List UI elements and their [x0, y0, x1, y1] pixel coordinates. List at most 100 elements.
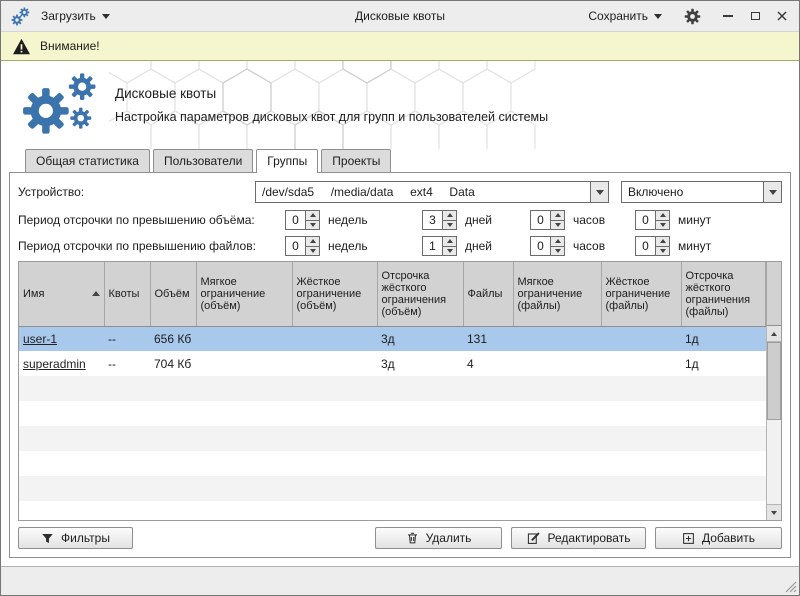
filters-button[interactable]: Фильтры — [18, 527, 133, 549]
spinner-value[interactable]: 3 — [423, 211, 442, 229]
chevron-down-icon[interactable] — [763, 182, 781, 202]
delete-button[interactable]: Удалить — [375, 527, 502, 549]
volume-hours-spinner[interactable]: 0 — [530, 210, 565, 230]
table-row[interactable]: superadmin -- 704 Кб 3д 4 1д — [19, 351, 766, 376]
chevron-down-icon[interactable] — [590, 182, 608, 202]
save-button[interactable]: Сохранить — [584, 7, 666, 25]
volume-minutes-spinner[interactable]: 0 — [635, 210, 670, 230]
quota-table-container: Имя Квоты Объём Мягкое ограничение (объё… — [18, 261, 782, 521]
spin-up-icon[interactable] — [443, 237, 456, 247]
spin-down-icon[interactable] — [656, 247, 669, 256]
column-header-grace-volume[interactable]: Отсрочка жёсткого ограничения (объём) — [377, 262, 463, 326]
cell-hard-files — [601, 351, 681, 376]
spinner-value[interactable]: 0 — [286, 237, 305, 255]
resize-grip-icon[interactable] — [784, 580, 797, 593]
spinner-value[interactable]: 0 — [636, 237, 655, 255]
spinner-value[interactable]: 1 — [423, 237, 442, 255]
page-title: Дисковые квоты — [115, 86, 548, 101]
spin-down-icon[interactable] — [551, 221, 564, 230]
empty-row — [19, 451, 766, 476]
volume-days-spinner[interactable]: 3 — [422, 210, 457, 230]
files-days-spinner[interactable]: 1 — [422, 236, 457, 256]
cell-grace-files: 1д — [681, 326, 766, 351]
spinner-value[interactable]: 0 — [286, 211, 305, 229]
row-link[interactable]: user-1 — [23, 332, 57, 346]
tab-label: Проекты — [332, 154, 380, 168]
spinner-value[interactable]: 0 — [636, 211, 655, 229]
cell-soft-volume — [196, 326, 292, 351]
delete-button-label: Удалить — [426, 531, 472, 545]
maximize-button[interactable] — [748, 9, 762, 23]
minimize-button[interactable] — [721, 9, 735, 23]
load-button[interactable]: Загрузить — [37, 7, 114, 25]
device-combobox[interactable]: /dev/sda5 /media/data ext4 Data — [255, 181, 609, 203]
files-minutes-spinner[interactable]: 0 — [635, 236, 670, 256]
cell-quotas: -- — [104, 326, 150, 351]
cell-hard-volume — [292, 351, 377, 376]
edit-button[interactable]: Редактировать — [511, 527, 646, 549]
warning-banner: Внимание! — [1, 32, 799, 61]
maximize-icon — [751, 12, 760, 20]
spin-up-icon[interactable] — [551, 211, 564, 221]
spinner-value[interactable]: 0 — [531, 211, 550, 229]
volume-weeks-spinner[interactable]: 0 — [285, 210, 320, 230]
vertical-scrollbar[interactable] — [766, 326, 781, 520]
tab-users[interactable]: Пользователи — [153, 149, 253, 172]
spinner-value[interactable]: 0 — [531, 237, 550, 255]
weeks-unit-label: недель — [328, 213, 368, 227]
column-header-quotas[interactable]: Квоты — [104, 262, 150, 326]
device-row: Устройство: /dev/sda5 /media/data ext4 D… — [18, 181, 782, 203]
spin-up-icon[interactable] — [306, 211, 319, 221]
tab-general-statistics[interactable]: Общая статистика — [25, 149, 150, 172]
spin-up-icon[interactable] — [656, 237, 669, 247]
table-header-row: Имя Квоты Объём Мягкое ограничение (объё… — [19, 262, 766, 326]
scroll-up-icon[interactable] — [767, 326, 781, 342]
spin-down-icon[interactable] — [306, 221, 319, 230]
close-button[interactable] — [775, 9, 789, 23]
spin-up-icon[interactable] — [551, 237, 564, 247]
spin-down-icon[interactable] — [656, 221, 669, 230]
scrollbar-thumb[interactable] — [767, 342, 781, 420]
column-header-hard-files[interactable]: Жёсткое ограничение (файлы) — [601, 262, 681, 326]
files-hours-spinner[interactable]: 0 — [530, 236, 565, 256]
scroll-down-icon[interactable] — [767, 504, 781, 520]
row-link[interactable]: superadmin — [23, 357, 86, 371]
tab-bar: Общая статистика Пользователи Группы Про… — [1, 149, 799, 172]
tab-label: Группы — [267, 154, 307, 168]
column-header-grace-files[interactable]: Отсрочка жёсткого ограничения (файлы) — [681, 262, 766, 326]
column-header-files[interactable]: Файлы — [463, 262, 513, 326]
table-row[interactable]: user-1 -- 656 Кб 3д 131 1д — [19, 326, 766, 351]
spin-down-icon[interactable] — [306, 247, 319, 256]
cell-volume: 704 Кб — [150, 351, 196, 376]
grace-volume-row: Период отсрочки по превышению объёма: 0 … — [18, 209, 782, 231]
titlebar: Загрузить Дисковые квоты Сохранить — [1, 1, 799, 32]
spin-up-icon[interactable] — [443, 211, 456, 221]
column-header-label: Имя — [23, 288, 44, 300]
tab-projects[interactable]: Проекты — [321, 149, 391, 172]
column-header-soft-files[interactable]: Мягкое ограничение (файлы) — [513, 262, 601, 326]
settings-gear-icon[interactable] — [684, 8, 701, 25]
save-button-label: Сохранить — [588, 9, 648, 23]
add-button[interactable]: Добавить — [655, 527, 782, 549]
page-subtitle: Настройка параметров дисковых квот для г… — [115, 110, 548, 124]
tab-groups[interactable]: Группы — [256, 149, 318, 173]
spin-up-icon[interactable] — [656, 211, 669, 221]
app-window: Загрузить Дисковые квоты Сохранить — [0, 0, 800, 596]
quota-status-combobox[interactable]: Включено — [621, 181, 782, 203]
column-header-soft-volume[interactable]: Мягкое ограничение (объём) — [196, 262, 292, 326]
minutes-unit-label: минут — [678, 239, 711, 253]
module-gears-icon — [21, 72, 97, 138]
files-weeks-spinner[interactable]: 0 — [285, 236, 320, 256]
trash-icon — [406, 531, 419, 545]
cell-soft-volume — [196, 351, 292, 376]
spin-down-icon[interactable] — [443, 247, 456, 256]
column-header-hard-volume[interactable]: Жёсткое ограничение (объём) — [292, 262, 377, 326]
spin-down-icon[interactable] — [551, 247, 564, 256]
minutes-unit-label: минут — [678, 213, 711, 227]
load-button-label: Загрузить — [41, 9, 96, 23]
column-header-name[interactable]: Имя — [19, 262, 104, 326]
column-header-volume[interactable]: Объём — [150, 262, 196, 326]
spin-up-icon[interactable] — [306, 237, 319, 247]
spin-down-icon[interactable] — [443, 221, 456, 230]
quota-status-value: Включено — [622, 182, 763, 202]
